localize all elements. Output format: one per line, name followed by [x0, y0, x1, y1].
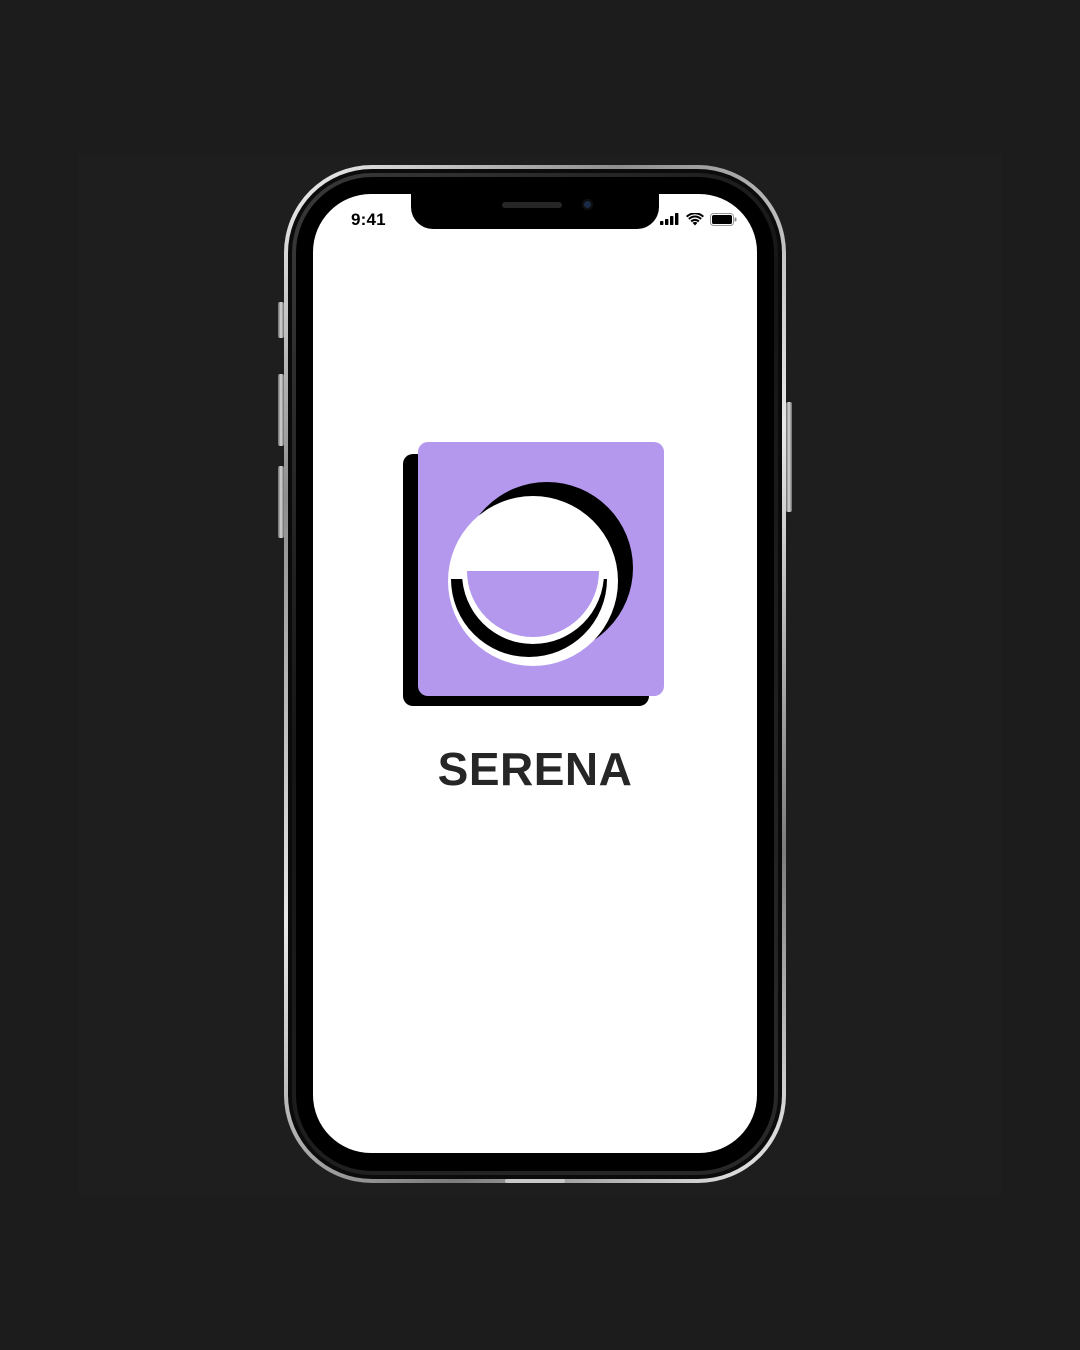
signal-icon [660, 213, 679, 225]
status-time: 9:41 [351, 210, 386, 229]
front-camera [582, 199, 593, 210]
battery-icon [710, 212, 737, 226]
mockup-background: 9:41 SERENA [0, 0, 1080, 1350]
app-name: SERENA [437, 743, 633, 795]
notch [411, 194, 659, 229]
earpiece-speaker [502, 202, 562, 208]
phone-screen: 9:41 SERENA [313, 194, 757, 1153]
phone-bottom-edge [505, 1179, 565, 1183]
status-icons [660, 212, 737, 226]
app-logo [401, 442, 667, 710]
power-button [786, 402, 792, 512]
wifi-icon [686, 212, 704, 225]
smiling-face-logo [403, 442, 664, 706]
